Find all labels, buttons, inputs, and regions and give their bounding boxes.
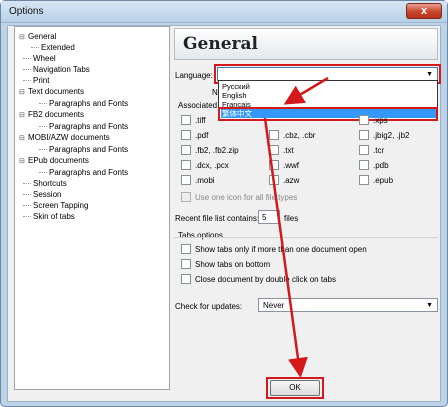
arrow-to-ok-button — [263, 117, 308, 378]
annotation-arrows — [263, 76, 329, 378]
arrow-to-chinese-option — [283, 76, 329, 105]
